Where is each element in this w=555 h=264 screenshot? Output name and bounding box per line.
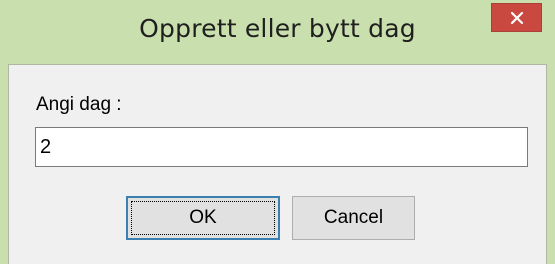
title-bar[interactable]: Opprett eller bytt dag [0,0,555,64]
cancel-button[interactable]: Cancel [292,196,415,240]
ok-button[interactable]: OK [126,196,280,240]
close-icon [510,11,523,24]
close-button[interactable] [491,3,542,32]
cancel-button-label: Cancel [323,207,384,228]
focus-rectangle [131,201,275,235]
dialog-window: Opprett eller bytt dag Angi dag : OK Can… [0,0,555,264]
dialog-title: Opprett eller bytt dag [139,14,416,43]
dialog-body: Angi dag : OK Cancel [8,64,547,264]
day-label: Angi dag : [36,94,122,115]
day-input[interactable] [35,127,528,167]
